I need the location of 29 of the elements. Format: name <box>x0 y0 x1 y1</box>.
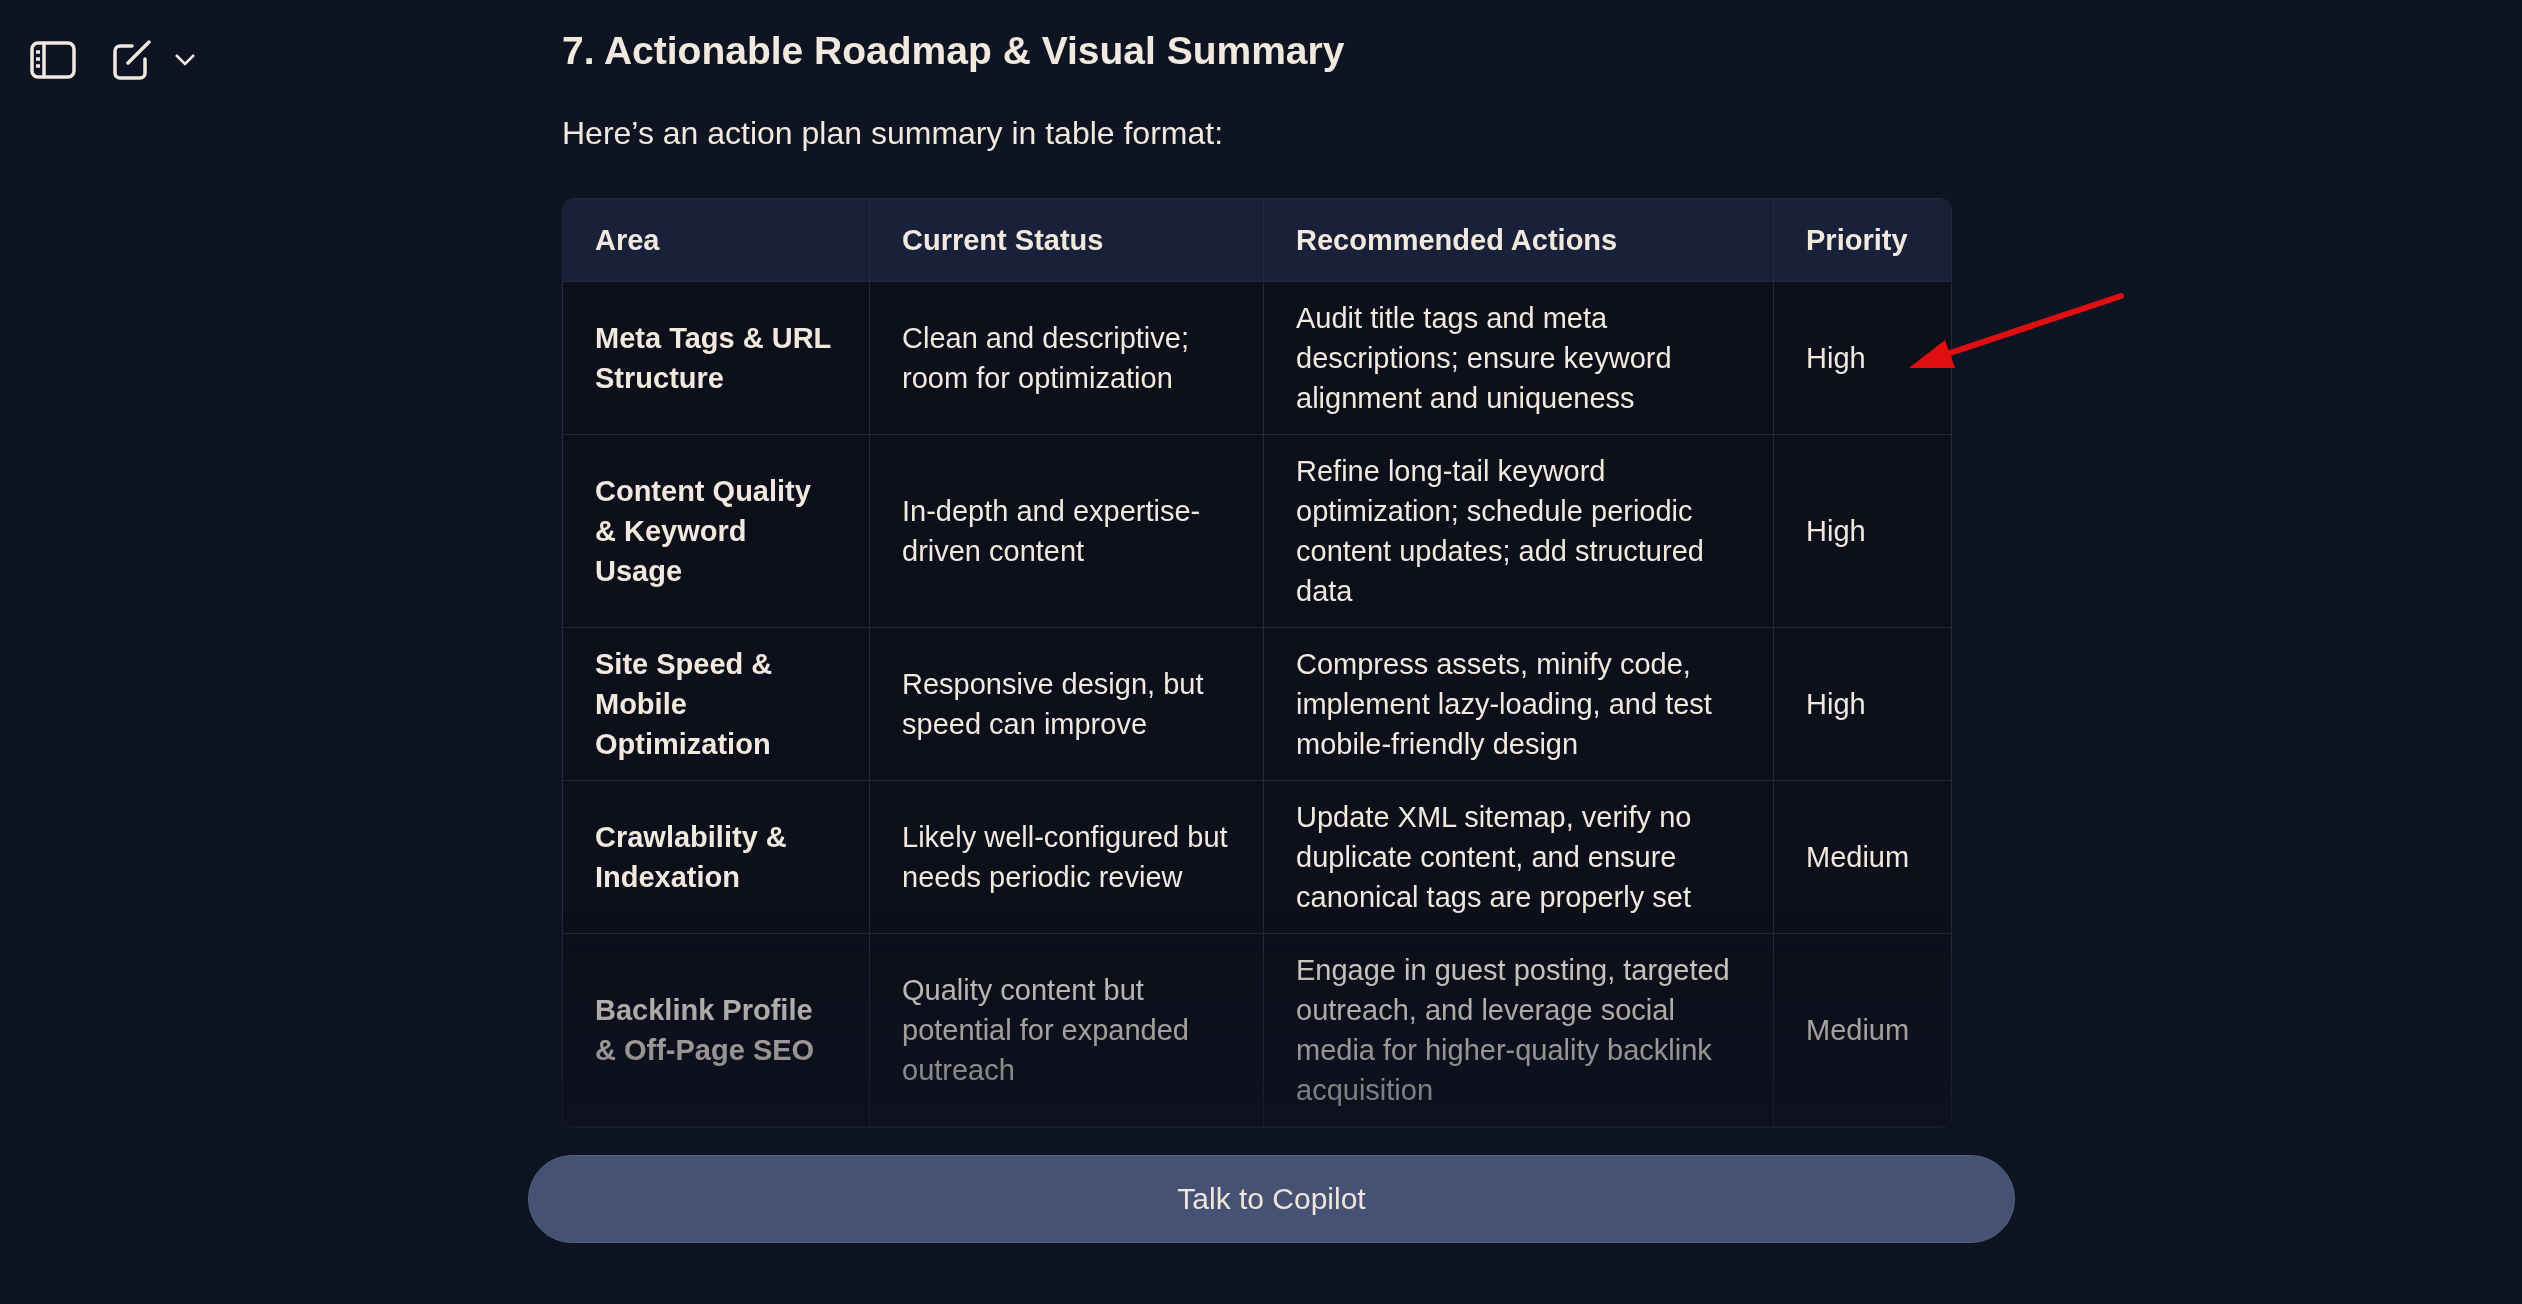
table-cell: Refine long-tail keyword optimization; schedule periodic content updates; add structured data <box>1264 435 1774 628</box>
table-cell: Audit title tags and meta descriptions; ensure keyword alignment and uniqueness <box>1264 282 1774 435</box>
table-cell: Engage in guest posting, targeted outreach, and leverage social media for higher-quality backlink acquisition <box>1264 934 1774 1127</box>
column-header: Priority <box>1774 199 1951 282</box>
caret-icon[interactable] <box>174 53 196 67</box>
column-header: Current Status <box>870 199 1264 282</box>
table-cell: Clean and descriptive; room for optimization <box>870 282 1264 435</box>
table-cell: Update XML sitemap, verify no duplicate content, and ensure canonical tags are properly set <box>1264 781 1774 934</box>
column-header: Recommended Actions <box>1264 199 1774 282</box>
table-cell: Quality content but potential for expanded outreach <box>870 934 1264 1127</box>
sidebar-icon[interactable] <box>30 41 76 79</box>
intro-text: Here’s an action plan summary in table format: <box>562 114 1225 153</box>
table-cell: Compress assets, minify code, implement lazy-loading, and test mobile-friendly design <box>1264 628 1774 781</box>
table-cell: Responsive design, but speed can improve <box>870 628 1264 781</box>
table-cell: Medium <box>1774 781 1951 934</box>
table-cell: Site Speed & Mobile Optimization <box>563 628 870 781</box>
table-cell: Meta Tags & URL Structure <box>563 282 870 435</box>
column-header: Area <box>563 199 870 282</box>
table-cell: Content Quality & Keyword Usage <box>563 435 870 628</box>
table-cell: Medium <box>1774 934 1951 1127</box>
section-heading: 7. Actionable Roadmap & Visual Summary <box>562 28 1346 74</box>
table-cell: High <box>1774 628 1951 781</box>
table-cell: High <box>1774 435 1951 628</box>
talk-button[interactable]: Talk to Copilot <box>528 1155 2015 1243</box>
table-cell: In-depth and expertise-driven content <box>870 435 1264 628</box>
table-cell: Likely well-configured but needs periodic review <box>870 781 1264 934</box>
table-cell: Backlink Profile & Off-Page SEO <box>563 934 870 1127</box>
table-cell: Crawlability & Indexation <box>563 781 870 934</box>
compose-icon[interactable] <box>112 40 152 80</box>
